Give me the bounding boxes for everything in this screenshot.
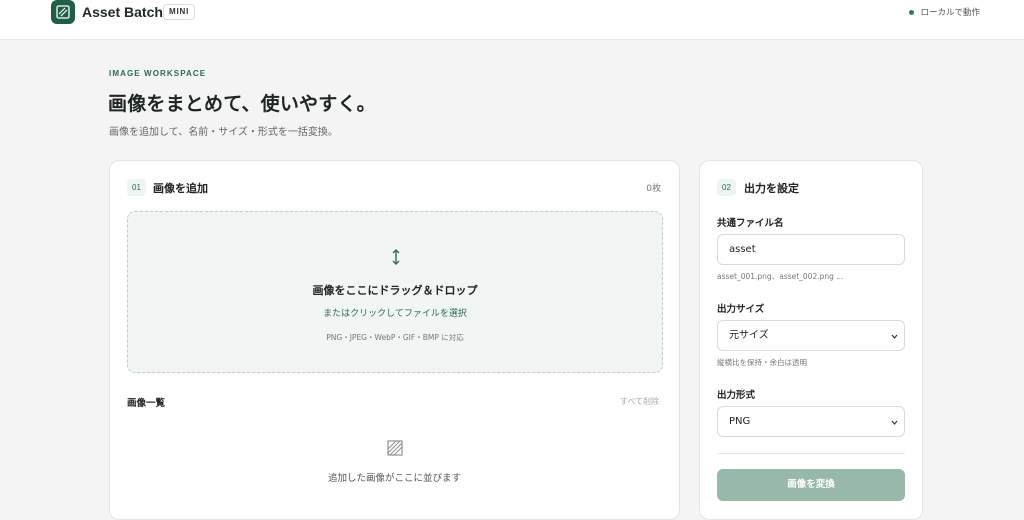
- filename-label: 共通ファイル名: [717, 218, 784, 229]
- image-count: 0枚: [646, 184, 661, 194]
- output-size-hint: 縦横比を保持・余白は透明: [717, 358, 807, 367]
- output-size-select[interactable]: 元サイズ: [717, 320, 905, 351]
- output-format-label: 出力形式: [717, 390, 756, 401]
- clear-all-button[interactable]: すべて削除: [620, 396, 659, 407]
- status-text: ローカルで動作: [920, 8, 980, 18]
- panel-title: 画像を追加: [153, 182, 208, 195]
- chevron-down-icon: [891, 334, 898, 339]
- mini-badge: MINI: [163, 4, 196, 20]
- drop-zone-title: 画像をここにドラッグ＆ドロップ: [312, 284, 478, 297]
- empty-list-message: 追加した画像がここに並びます: [327, 473, 461, 484]
- add-images-panel: 01 画像を追加 0枚 画像をここにドラッグ＆ドロップ またはクリックしてファイ…: [109, 160, 680, 520]
- step-number: 02: [717, 179, 736, 196]
- drop-zone[interactable]: 画像をここにドラッグ＆ドロップ またはクリックしてファイルを選択 PNG・JPE…: [127, 211, 663, 373]
- output-format-value: PNG: [729, 416, 751, 427]
- page-subtitle: 画像を追加して、名前・サイズ・形式を一括変換。: [109, 127, 338, 138]
- logo-icon: [51, 0, 75, 24]
- chevron-down-icon: [891, 420, 898, 425]
- image-placeholder-icon: [387, 440, 403, 456]
- image-list-title: 画像一覧: [127, 398, 166, 409]
- divider: [717, 453, 905, 454]
- status-dot-icon: [909, 9, 915, 15]
- filename-input[interactable]: [717, 234, 905, 265]
- brand-name: Asset Batch: [82, 4, 163, 20]
- upload-arrow-icon: [392, 249, 400, 265]
- status-indicator: ローカルで動作: [909, 6, 980, 18]
- panel-title: 出力を設定: [744, 182, 799, 195]
- page-title: 画像をまとめて、使いやすく。: [108, 93, 376, 115]
- output-size-value: 元サイズ: [729, 330, 769, 341]
- step-number: 01: [127, 179, 146, 196]
- output-settings-panel: 02 出力を設定 共通ファイル名 asset_001.png、asset_002…: [699, 160, 923, 520]
- top-bar: Asset Batch MINI ローカルで動作: [0, 0, 1024, 40]
- convert-button[interactable]: 画像を変換: [717, 469, 905, 501]
- supported-formats: PNG・JPEG・WebP・GIF・BMP に対応: [326, 333, 464, 342]
- output-size-label: 出力サイズ: [717, 304, 765, 315]
- filename-hint: asset_001.png、asset_002.png ...: [717, 272, 844, 281]
- select-files-link[interactable]: またはクリックしてファイルを選択: [128, 306, 662, 319]
- output-format-select[interactable]: PNG: [717, 406, 905, 437]
- workspace-eyebrow: IMAGE WORKSPACE: [109, 69, 207, 78]
